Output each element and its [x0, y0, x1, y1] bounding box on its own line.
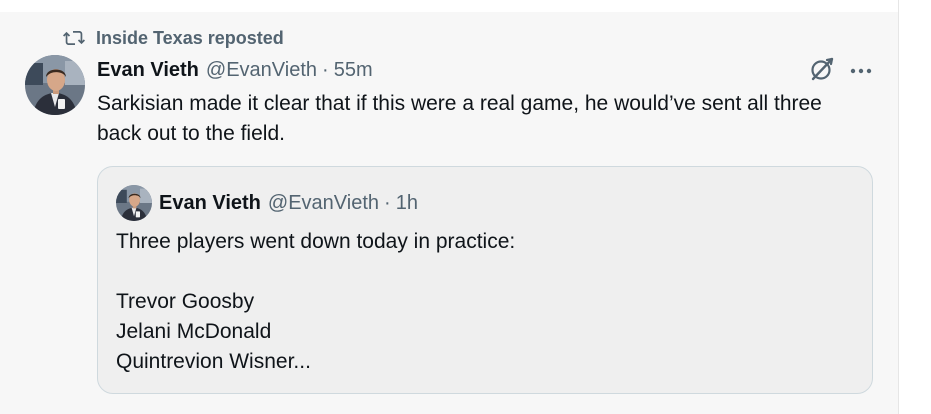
feed-right-border	[898, 0, 899, 414]
feed-top-divider	[0, 0, 898, 12]
tweet-header: Evan Vieth @EvanVieth · 55m	[97, 56, 373, 84]
more-button[interactable]	[846, 57, 876, 85]
quoted-tweet[interactable]: Evan Vieth @EvanVieth · 1h Three players…	[97, 166, 873, 394]
quoted-author-avatar	[116, 185, 152, 221]
repost-context[interactable]: Inside Texas reposted	[62, 26, 284, 50]
quoted-text-line: Jelani McDonald	[116, 320, 272, 343]
quoted-tweet-header: Evan Vieth @EvanVieth · 1h	[159, 189, 418, 217]
repost-icon	[62, 28, 86, 48]
quoted-tweet-text: Three players went down today in practic…	[116, 227, 856, 377]
quoted-text-line: Quintrevion Wisner...	[116, 350, 311, 373]
tweet-time[interactable]: 55m	[334, 59, 373, 82]
author-name[interactable]: Evan Vieth	[97, 59, 199, 82]
quoted-tweet-time: 1h	[395, 191, 418, 214]
quoted-author-name: Evan Vieth	[159, 191, 261, 214]
quoted-author-handle: @EvanVieth	[267, 191, 380, 214]
author-handle[interactable]: @EvanVieth	[206, 59, 317, 82]
grok-button[interactable]	[807, 57, 837, 85]
separator-dot: ·	[322, 58, 329, 81]
tweet[interactable]: Inside Texas reposted Evan Vieth @EvanVi…	[0, 12, 898, 414]
author-avatar[interactable]	[25, 55, 85, 115]
grok-icon	[809, 56, 835, 87]
quoted-text-line: Trevor Goosby	[116, 290, 255, 313]
quoted-text-line: Three players went down today in practic…	[116, 230, 516, 253]
quoted-separator-dot: ·	[384, 191, 391, 214]
repost-context-label: Inside Texas reposted	[96, 27, 284, 48]
more-icon	[849, 62, 873, 80]
tweet-text: Sarkisian made it clear that if this wer…	[97, 92, 822, 145]
quoted-text-blank-line	[116, 257, 856, 287]
